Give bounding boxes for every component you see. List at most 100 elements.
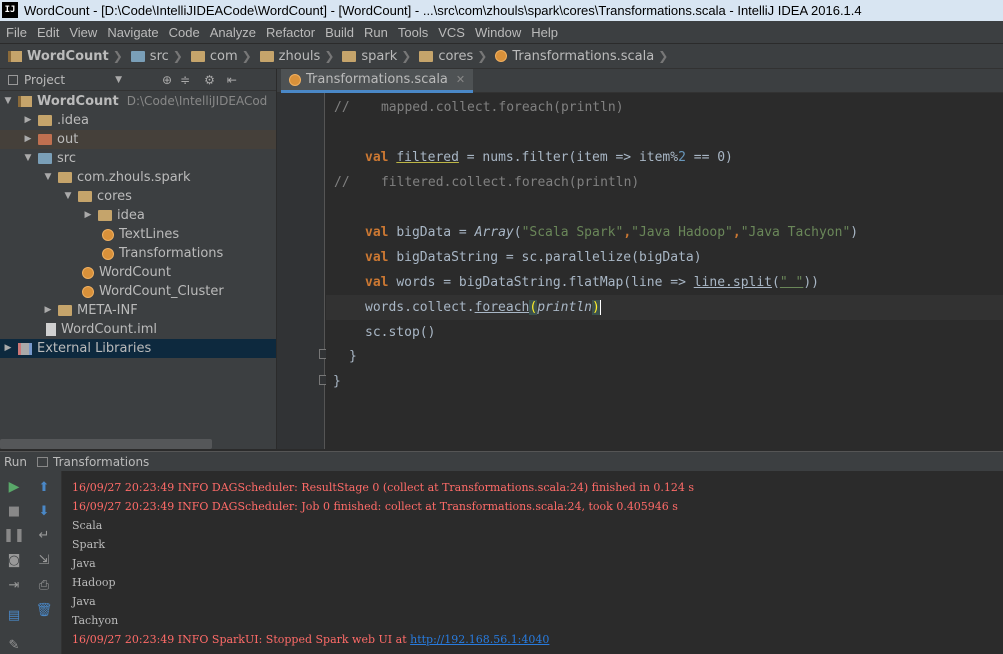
tree-item-src[interactable]: ▼ src bbox=[0, 149, 276, 168]
code-line: } bbox=[349, 349, 357, 364]
breadcrumb-item-cores[interactable]: cores ❯ bbox=[419, 49, 491, 64]
stop-icon[interactable]: ■ bbox=[5, 502, 23, 520]
down-arrow-icon[interactable]: ⬇ bbox=[35, 502, 53, 520]
tree-item-wordcount[interactable]: WordCount bbox=[0, 263, 276, 282]
chevron-down-icon[interactable]: ▼ bbox=[2, 92, 14, 111]
menu-analyze[interactable]: Analyze bbox=[208, 25, 264, 40]
layout-icon[interactable]: ▤ bbox=[5, 606, 23, 624]
tab-transformations-scala[interactable]: Transformations.scala ✕ bbox=[281, 69, 474, 93]
scala-object-icon bbox=[82, 266, 94, 279]
chevron-right-icon[interactable]: ▶ bbox=[22, 130, 34, 149]
scala-object-icon bbox=[102, 247, 114, 260]
chevron-right-icon: ❯ bbox=[172, 49, 183, 63]
code-line: val bigData = Array("Scala Spark","Java … bbox=[365, 225, 859, 240]
tree-item-idea[interactable]: ▶ .idea bbox=[0, 111, 276, 130]
tree-item-package[interactable]: ▼ com.zhouls.spark bbox=[0, 168, 276, 187]
up-arrow-icon[interactable]: ⬆ bbox=[35, 478, 53, 496]
menu-window[interactable]: Window bbox=[473, 25, 529, 40]
menu-refactor[interactable]: Refactor bbox=[264, 25, 323, 40]
breadcrumb-item-src[interactable]: src ❯ bbox=[130, 49, 187, 64]
tree-item-wordcount-root[interactable]: ▼ WordCount D:\Code\IntelliJIDEACod bbox=[0, 92, 276, 111]
folder-icon bbox=[130, 50, 145, 62]
tree-item-textlines[interactable]: TextLines bbox=[0, 225, 276, 244]
project-horizontal-scrollbar[interactable] bbox=[0, 439, 212, 449]
tree-item-external-libraries[interactable]: ▶ External Libraries bbox=[0, 339, 276, 358]
window-title: WordCount - [D:\Code\IntelliJIDEACode\Wo… bbox=[24, 3, 862, 18]
scala-file-icon bbox=[495, 50, 508, 62]
pin-icon[interactable]: ✎ bbox=[5, 636, 23, 654]
chevron-down-icon[interactable]: ▼ bbox=[42, 168, 54, 187]
run-toolbar: ▶ ⬆ ■ ⬇ ❚❚ ↵ ◙ ⇲ ⇥ ⎙ 🗑 ▤ ✎ bbox=[0, 471, 62, 654]
breadcrumb-item-spark[interactable]: spark ❯ bbox=[342, 49, 415, 64]
spark-ui-link[interactable]: http://192.168.56.1:4040 bbox=[410, 633, 549, 646]
menu-run[interactable]: Run bbox=[362, 25, 396, 40]
login-icon[interactable]: ⇥ bbox=[5, 576, 23, 594]
chevron-right-icon[interactable]: ▶ bbox=[2, 339, 14, 358]
tree-item-cores[interactable]: ▼ cores bbox=[0, 187, 276, 206]
code-line: // mapped.collect.foreach(println) bbox=[334, 100, 624, 115]
tree-item-idea-package[interactable]: ▶ idea bbox=[0, 206, 276, 225]
code-line: val words = bigDataString.flatMap(line =… bbox=[365, 275, 819, 290]
print-icon[interactable]: ⎙ bbox=[35, 576, 53, 594]
console-output[interactable]: 16/09/27 20:23:49 INFO DAGScheduler: Res… bbox=[62, 471, 1003, 654]
menu-vcs[interactable]: VCS bbox=[436, 25, 473, 40]
chevron-right-icon: ❯ bbox=[112, 49, 123, 63]
libraries-icon bbox=[18, 342, 32, 355]
sync-icon[interactable]: ⊕ bbox=[162, 73, 172, 87]
breadcrumb-item-wordcount[interactable]: WordCount ❯ bbox=[8, 49, 127, 64]
menu-tools[interactable]: Tools bbox=[396, 25, 436, 40]
tree-item-wordcount-cluster[interactable]: WordCount_Cluster bbox=[0, 282, 276, 301]
rerun-icon[interactable]: ▶ bbox=[5, 478, 23, 496]
code-editor[interactable]: // mapped.collect.foreach(println) val f… bbox=[326, 93, 1003, 449]
breadcrumb-item-transformations[interactable]: Transformations.scala ❯ bbox=[495, 49, 672, 64]
chevron-down-icon[interactable]: ▼ bbox=[115, 75, 122, 85]
chevron-right-icon[interactable]: ▶ bbox=[22, 111, 34, 130]
chevron-down-icon[interactable]: ▼ bbox=[62, 187, 74, 206]
package-icon bbox=[78, 191, 92, 202]
console-line: Java bbox=[72, 595, 96, 608]
camera-icon[interactable]: ◙ bbox=[5, 551, 23, 569]
project-view-icon bbox=[8, 74, 18, 85]
menu-bar: File Edit View Navigate Code Analyze Ref… bbox=[0, 21, 1003, 43]
project-view-selector[interactable]: Project bbox=[24, 73, 65, 87]
folder-icon bbox=[190, 50, 205, 62]
menu-file[interactable]: File bbox=[4, 25, 35, 40]
soft-wrap-icon[interactable]: ↵ bbox=[35, 526, 53, 544]
console-line: Hadoop bbox=[72, 576, 116, 589]
menu-help[interactable]: Help bbox=[529, 25, 566, 40]
collapse-all-icon[interactable]: ≑ bbox=[180, 73, 190, 87]
tree-item-transformations[interactable]: Transformations bbox=[0, 244, 276, 263]
scala-object-icon bbox=[82, 285, 94, 298]
package-icon bbox=[58, 172, 72, 183]
chevron-right-icon: ❯ bbox=[477, 49, 488, 63]
hide-panel-icon[interactable]: ⇤ bbox=[227, 73, 237, 87]
project-tree: ▼ WordCount D:\Code\IntelliJIDEACod ▶ .i… bbox=[0, 91, 276, 439]
scroll-to-end-icon[interactable]: ⇲ bbox=[35, 551, 53, 569]
chevron-right-icon: ❯ bbox=[401, 49, 412, 63]
text-cursor bbox=[599, 300, 601, 315]
pause-icon[interactable]: ❚❚ bbox=[3, 526, 25, 544]
tree-item-out[interactable]: ▶ out bbox=[0, 130, 276, 149]
menu-code[interactable]: Code bbox=[167, 25, 208, 40]
console-line: 16/09/27 20:23:49 INFO DAGScheduler: Job… bbox=[72, 500, 678, 513]
close-icon[interactable]: ✕ bbox=[456, 73, 465, 86]
gear-icon[interactable]: ⚙ bbox=[204, 73, 215, 87]
run-config-tab[interactable]: Transformations bbox=[53, 455, 149, 469]
code-line: } bbox=[333, 374, 341, 389]
scala-object-icon bbox=[102, 228, 114, 241]
breadcrumb-item-zhouls[interactable]: zhouls ❯ bbox=[259, 49, 339, 64]
folder-icon bbox=[38, 115, 52, 126]
chevron-right-icon[interactable]: ▶ bbox=[82, 206, 94, 225]
tree-item-wordcount-iml[interactable]: WordCount.iml bbox=[0, 320, 276, 339]
chevron-down-icon[interactable]: ▼ bbox=[22, 149, 34, 168]
console-line: Java bbox=[72, 557, 96, 570]
chevron-right-icon[interactable]: ▶ bbox=[42, 301, 54, 320]
menu-build[interactable]: Build bbox=[323, 25, 362, 40]
editor-gutter[interactable] bbox=[277, 93, 329, 449]
tree-item-meta-inf[interactable]: ▶ META-INF bbox=[0, 301, 276, 320]
trash-icon[interactable]: 🗑 bbox=[35, 601, 53, 619]
menu-edit[interactable]: Edit bbox=[35, 25, 67, 40]
breadcrumb-item-com[interactable]: com ❯ bbox=[190, 49, 256, 64]
menu-view[interactable]: View bbox=[67, 25, 105, 40]
menu-navigate[interactable]: Navigate bbox=[105, 25, 166, 40]
